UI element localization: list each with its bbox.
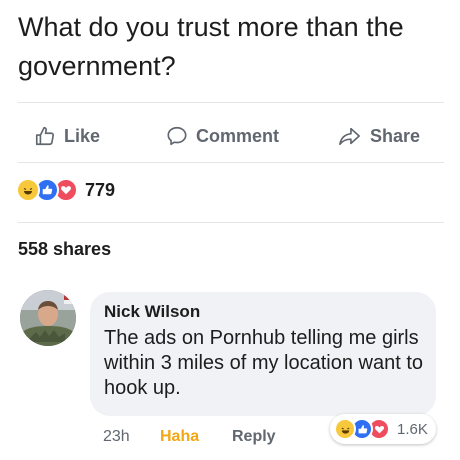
avatar[interactable] bbox=[20, 290, 76, 346]
comment-button[interactable]: Comment bbox=[166, 116, 279, 156]
comment-text: The ads on Pornhub telling me girls with… bbox=[104, 327, 424, 399]
comment-author[interactable]: Nick Wilson bbox=[104, 302, 200, 322]
share-arrow-icon bbox=[339, 127, 360, 146]
reaction-count: 779 bbox=[85, 179, 116, 200]
comment-haha-reaction-link[interactable]: Haha bbox=[160, 428, 199, 446]
speech-bubble-icon bbox=[167, 126, 187, 146]
divider-top bbox=[18, 102, 444, 103]
comment-reactions[interactable]: 1.6K bbox=[330, 414, 436, 444]
thumbs-up-icon bbox=[35, 126, 55, 146]
comment-bubble: Nick Wilson The ads on Pornhub telling m… bbox=[90, 292, 436, 416]
like-label: Like bbox=[64, 125, 101, 146]
comment-reaction-count: 1.6K bbox=[397, 420, 428, 438]
comment-label: Comment bbox=[196, 125, 280, 146]
share-label: Share bbox=[370, 125, 421, 146]
haha-reaction-icon bbox=[16, 178, 40, 202]
comment-reply-link[interactable]: Reply bbox=[232, 428, 276, 446]
comment-timestamp[interactable]: 23h bbox=[103, 428, 130, 446]
share-button[interactable]: Share bbox=[338, 116, 420, 156]
haha-reaction-icon bbox=[334, 418, 356, 440]
like-button[interactable]: Like bbox=[34, 116, 100, 156]
post-actions: Like Comment Share bbox=[0, 116, 460, 156]
divider-bottom bbox=[18, 222, 444, 223]
divider-middle bbox=[18, 162, 444, 163]
shares-count[interactable]: 558 shares bbox=[18, 239, 111, 260]
post-reactions[interactable]: 779 bbox=[16, 176, 115, 204]
post-text: What do you trust more than the governme… bbox=[18, 12, 404, 81]
profile-photo bbox=[20, 290, 76, 346]
